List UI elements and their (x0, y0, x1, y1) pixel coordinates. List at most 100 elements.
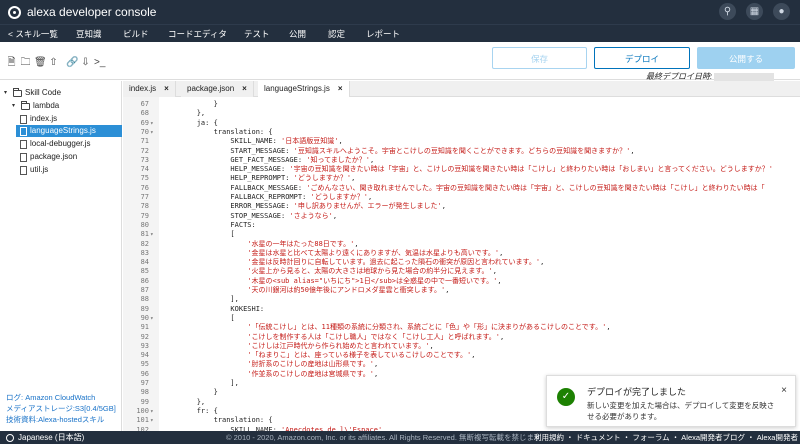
string-literal: '天の川銀河は約50億年後にアンドロメダ星雲と衝突します。' (247, 286, 446, 294)
search-icon[interactable]: ⚲ (719, 3, 736, 20)
delete-icon[interactable]: 🗑 (34, 57, 47, 68)
fold-arrow-icon[interactable]: ▾ (150, 407, 154, 416)
code-line[interactable]: 85 '火星上から見ると、太陽の大きさは地球から見た場合の約半分に見えます。', (123, 267, 800, 276)
code-line[interactable]: 73 GET_FACT_MESSAGE: '知ってましたか？', (123, 156, 800, 165)
code-token: fr: { (163, 406, 218, 415)
tab-package-json[interactable]: package.json × (181, 81, 254, 97)
tree-file[interactable]: local-debugger.js (16, 138, 120, 150)
code-line[interactable]: 90 ▾ [ (123, 314, 800, 323)
code-line[interactable]: 92 'こけしを制作する人は「こけし職人」ではなく「こけし工人」と呼ばれます。'… (123, 333, 800, 342)
fold-arrow-icon[interactable]: ▾ (150, 416, 154, 425)
code-line[interactable]: 75 HELP_REPROMPT: 'どうしますか？', (123, 174, 800, 183)
code-line[interactable]: 79 STOP_MESSAGE: 'さようなら', (123, 212, 800, 221)
code-line[interactable]: 87 '天の川銀河は約50億年後にアンドロメダ星雲と衝突します。', (123, 286, 800, 295)
code-line[interactable]: 71 SKILL_NAME: '日本語版豆知識', (123, 137, 800, 146)
docs-link[interactable]: Alexa-hostedスキル (38, 415, 104, 424)
close-icon[interactable]: × (164, 84, 169, 93)
line-number: 88 (140, 295, 149, 304)
fold-arrow-icon[interactable]: ▾ (150, 230, 154, 239)
footer-links[interactable]: 利用規約 ・ ドキュメント ・ フォーラム ・ Alexa開発者ブログ ・ Al… (534, 432, 800, 443)
code-token: , (492, 267, 497, 276)
close-icon[interactable]: × (781, 385, 787, 396)
code-text: KOKESHI: (163, 305, 264, 314)
code-line[interactable]: 68 }, (123, 109, 800, 118)
brand[interactable]: alexa developer console (8, 5, 156, 19)
fold-arrow-icon[interactable]: ▾ (150, 128, 154, 137)
save-button[interactable]: 保存 (492, 47, 587, 69)
code-line[interactable]: 82 '水星の一年はたった88日です。', (123, 240, 800, 249)
code-line[interactable]: 81 ▾ [ (123, 230, 800, 239)
tab-index-js[interactable]: index.js × (123, 81, 176, 97)
tree-folder-lambda[interactable]: ▾ lambda (12, 100, 59, 112)
globe-icon (6, 433, 14, 442)
caret-down-icon: ▾ (12, 103, 16, 109)
code-line[interactable]: 70 ▾ translation: { (123, 128, 800, 137)
tree-file[interactable]: index.js (16, 113, 120, 125)
language-selector[interactable]: Japanese (日本語) (6, 432, 84, 443)
code-line[interactable]: 86 '木星の<sub alias="いちにち">1日</sub>は全惑星の中で… (123, 277, 800, 286)
new-file-icon[interactable]: 🗎 (6, 57, 17, 68)
tree-file[interactable]: util.js (16, 164, 120, 176)
app-title: alexa developer console (27, 5, 157, 19)
user-avatar-icon[interactable]: ● (773, 3, 790, 20)
nav-test[interactable]: テスト (244, 28, 270, 40)
code-line[interactable]: 94 '「ねまりこ」とは、座っている様子を表しているこけしのことです。', (123, 351, 800, 360)
code-text: }, (163, 109, 205, 118)
code-line[interactable]: 80 FACTS: (123, 221, 800, 230)
code-token: STOP_MESSAGE: (163, 211, 290, 220)
nav-build[interactable]: ビルド (123, 28, 149, 40)
line-number: 99 (140, 397, 149, 406)
string-literal: '肘折系のこけしの産地は山形県です。' (247, 360, 375, 369)
download-icon[interactable]: ⇩ (80, 57, 91, 68)
apps-grid-icon[interactable]: ▦ (746, 3, 763, 20)
code-line[interactable]: 91 '「伝統こけし」とは、11種類の系統に分類され、系統ごとに「色」や「形」に… (123, 323, 800, 332)
link-icon[interactable]: 🔗 (66, 57, 78, 68)
nav-back-skill-list[interactable]: < スキル一覧 (8, 28, 58, 40)
code-line[interactable]: 74 HELP_MESSAGE: '宇宙の豆知識を聞きたい時は「宇宙」と、こけし… (123, 165, 800, 174)
code-line[interactable]: 95 '肘折系のこけしの産地は山形県です。', (123, 360, 800, 369)
code-token: , (500, 332, 505, 341)
check-icon: ✓ (557, 388, 575, 406)
fold-arrow-icon[interactable]: ▾ (150, 314, 154, 323)
fold-arrow-icon[interactable]: ▾ (150, 119, 154, 128)
close-icon[interactable]: × (338, 84, 343, 93)
code-line[interactable]: 69 ▾ ja: { (123, 119, 800, 128)
nav-bar: < スキル一覧 豆知識 ビルド コードエディタ テスト 公開 認定 レポート (0, 24, 800, 46)
code-line[interactable]: 67 } (123, 100, 800, 109)
terminal-icon[interactable]: >_ (94, 57, 105, 68)
code-line[interactable]: 88 ], (123, 295, 800, 304)
tree-root-folder[interactable]: ▾ Skill Code (4, 87, 61, 99)
tree-file[interactable]: package.json (16, 151, 120, 163)
nav-distribution[interactable]: 公開 (289, 28, 306, 40)
code-line[interactable]: 83 '金星は水星と比べて太陽より遠くにありますが、気温は水星よりも高いです。'… (123, 249, 800, 258)
code-text: '水星の一年はたった88日です。', (163, 240, 358, 249)
code-text: translation: { (163, 416, 273, 425)
new-folder-icon[interactable]: 🗀 (20, 57, 31, 68)
s3-link[interactable]: S3 (75, 404, 84, 413)
code-line[interactable]: 77 FALLBACK_REPROMPT: 'どうしますか？', (123, 193, 800, 202)
cloudwatch-link[interactable]: Amazon CloudWatch (25, 393, 95, 402)
upload-icon[interactable]: ⇧ (48, 57, 59, 68)
code-text: '火星上から見ると、太陽の大きさは地球から見た場合の約半分に見えます。', (163, 267, 497, 276)
nav-certification[interactable]: 認定 (328, 28, 345, 40)
code-token: } (163, 100, 218, 108)
code-line[interactable]: 84 '金星は反時計回りに自転しています。過去に起こった隕石の衝突が原因と言われ… (123, 258, 800, 267)
code-line[interactable]: 78 ERROR_MESSAGE: '申し訳ありませんが、エラーが発生しました'… (123, 202, 800, 211)
line-number: 83 (140, 248, 149, 257)
tab-language-strings[interactable]: languageStrings.js × (258, 81, 350, 97)
code-token: ], (163, 295, 239, 304)
code-line[interactable]: 93 'こけしは江戸時代から作られ始めたと言われています。', (123, 342, 800, 351)
publish-button[interactable]: 公開する (697, 47, 795, 69)
close-icon[interactable]: × (242, 84, 247, 93)
code-token: , (367, 193, 373, 201)
nav-analytics[interactable]: レポート (366, 28, 400, 40)
code-line[interactable]: 89 KOKESHI: (123, 305, 800, 314)
deploy-button[interactable]: デプロイ (594, 47, 690, 69)
tree-file-selected[interactable]: languageStrings.js (16, 125, 122, 137)
code-line[interactable]: 76 FALLBACK_MESSAGE: 'ごめんなさい、聞き取れませんでした。… (123, 184, 800, 193)
code-line[interactable]: 72 START_MESSAGE: '豆知識スキルへようこそ。宇宙とこけしの豆知… (123, 147, 800, 156)
nav-skill-name[interactable]: 豆知識 (76, 28, 102, 40)
